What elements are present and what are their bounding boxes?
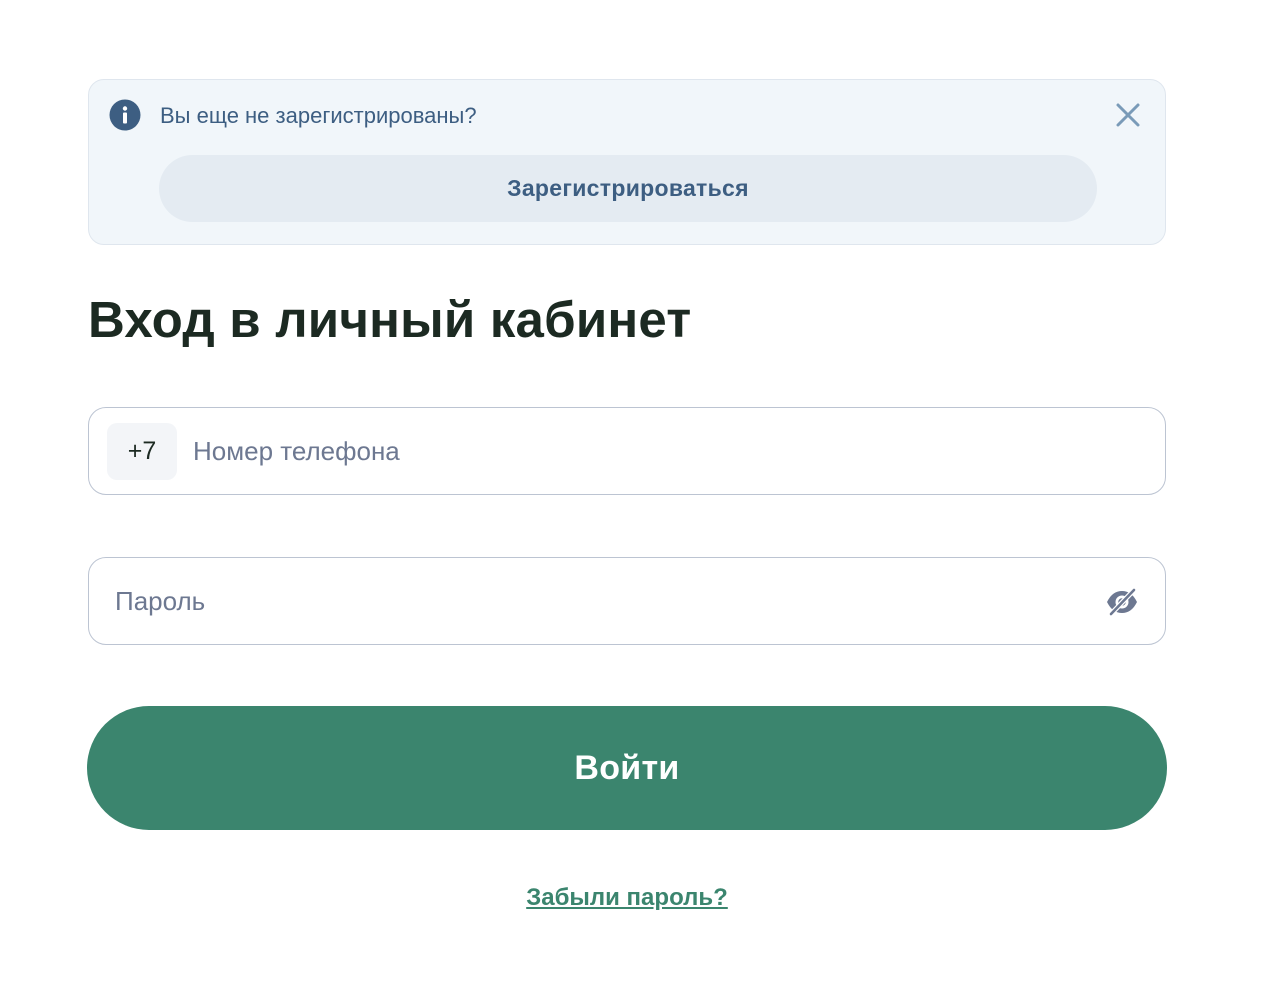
register-button[interactable]: Зарегистрироваться [159,155,1097,222]
phone-field: +7 [88,407,1166,495]
registration-notice: Вы еще не зарегистрированы? Зарегистриро… [88,79,1166,245]
password-input[interactable] [115,558,1085,644]
close-icon[interactable] [1113,100,1143,130]
notice-text: Вы еще не зарегистрированы? [160,103,477,128]
phone-input[interactable] [193,408,1145,494]
phone-prefix: +7 [107,423,177,480]
info-icon [109,99,141,131]
login-page: Вы еще не зарегистрированы? Зарегистриро… [0,0,1288,986]
login-button[interactable]: Войти [87,706,1167,830]
forgot-password-link[interactable]: Забыли пароль? [0,884,1254,912]
page-title: Вход в личный кабинет [88,291,692,348]
eye-off-icon[interactable] [1105,585,1139,619]
password-field [88,557,1166,645]
